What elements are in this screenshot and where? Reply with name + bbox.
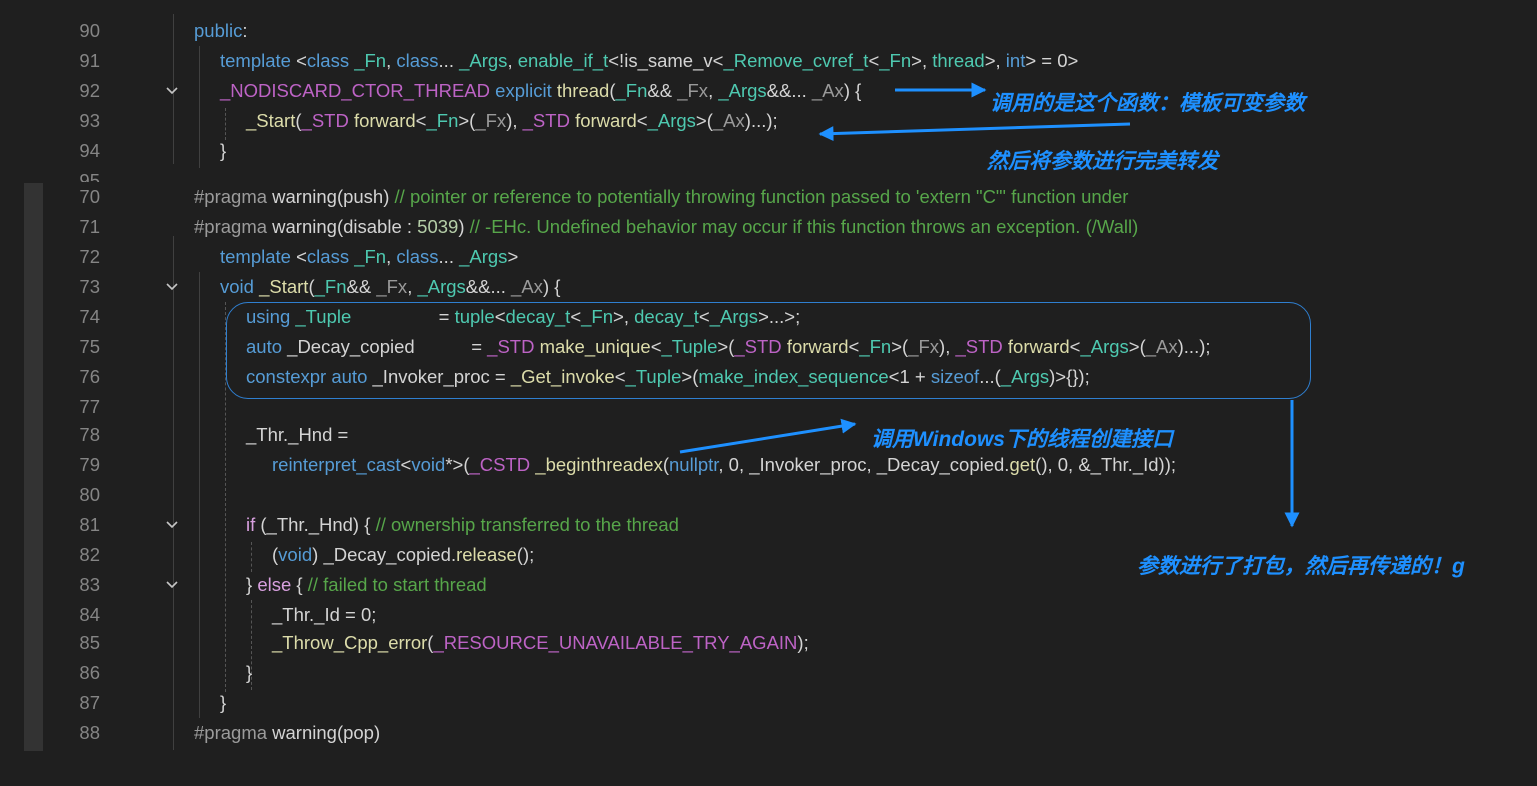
arrow-to-beginthreadex <box>679 418 857 454</box>
annotation-arrows <box>679 82 1300 528</box>
annotation-note-2: 然后将参数进行完美转发 <box>987 150 1218 173</box>
code-editor[interactable]: 90 public: 91 template <class _Fn, class...… <box>0 0 1537 786</box>
arrow-to-start-forward <box>818 122 1131 142</box>
annotation-note-1: 调用的是这个函数：模板可变参数 <box>990 92 1305 115</box>
annotation-note-3: 调用Windows下的线程创建接口 <box>871 428 1173 451</box>
annotation-note-4: 参数进行了打包，然后再传递的！g <box>1137 555 1465 578</box>
